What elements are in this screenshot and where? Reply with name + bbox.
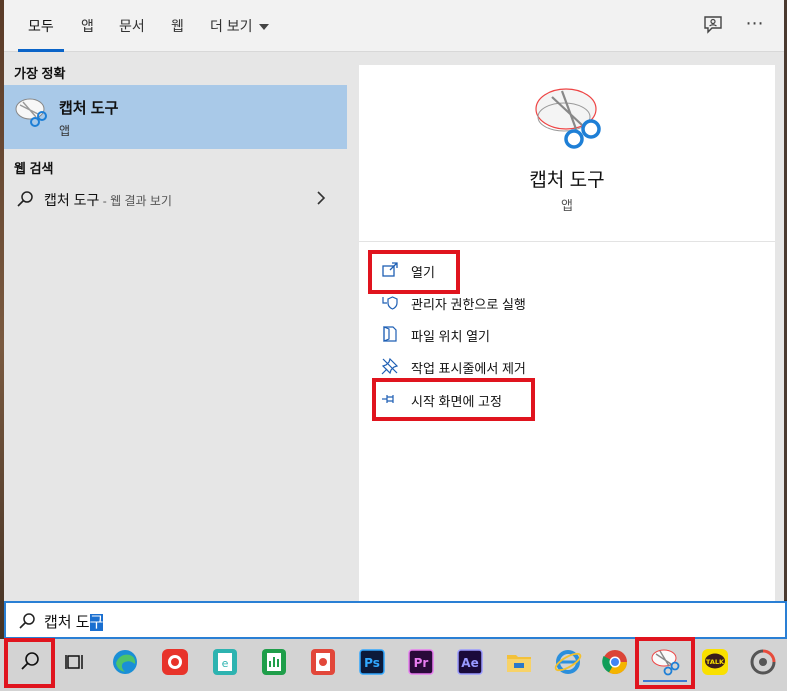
tab-documents[interactable]: 문서 [119, 0, 145, 52]
highlight-taskbar-snipping-tool [635, 637, 695, 689]
taskbar-other-app[interactable] [748, 647, 778, 677]
unpin-icon [381, 357, 399, 375]
taskbar-edge[interactable] [110, 647, 140, 677]
taskbar-internet-explorer[interactable] [553, 647, 583, 677]
svg-text:Ae: Ae [461, 656, 478, 670]
best-match-name: 캡처 도구 [59, 100, 119, 117]
action-unpin-from-taskbar[interactable]: 작업 표시줄에서 제거 [381, 354, 761, 380]
task-view-icon [65, 655, 83, 669]
start-search-panel: 모두 앱 문서 웹 더 보기 ⋯ 가장 정확 캡처 도구 앱 웹 검색 캡처 도… [4, 0, 784, 640]
web-search-item[interactable]: 캡처 도구 - 웹 결과 보기 [4, 181, 347, 217]
taskbar-file-explorer[interactable] [504, 647, 534, 677]
tab-all[interactable]: 모두 [18, 0, 64, 52]
feedback-icon [704, 16, 722, 34]
app-subtitle: 앱 [561, 198, 573, 213]
best-match-item[interactable]: 캡처 도구 앱 [4, 85, 347, 149]
search-tabs: 모두 앱 문서 웹 더 보기 ⋯ [4, 0, 784, 52]
tab-apps[interactable]: 앱 [81, 0, 94, 52]
highlight-taskbar-search [4, 638, 55, 688]
tab-web[interactable]: 웹 [171, 0, 184, 52]
svg-text:e: e [222, 657, 229, 670]
svg-text:Pr: Pr [414, 656, 429, 670]
edge-icon [113, 650, 137, 674]
photoshop-icon: Ps [359, 649, 385, 675]
results-list: 가장 정확 캡처 도구 앱 웹 검색 캡처 도구 - 웹 결과 보기 [4, 53, 347, 601]
document-app-icon: e [213, 649, 237, 675]
action-open-file-location-label: 파일 위치 열기 [411, 329, 490, 344]
chevron-right-icon [317, 191, 326, 205]
presentation-app-icon [311, 649, 335, 675]
feedback-button[interactable] [702, 14, 724, 36]
app-title: 캡처 도구 [529, 170, 605, 191]
search-icon [17, 191, 33, 207]
search-selected-text: 구 [89, 614, 104, 631]
caret-down-icon [258, 24, 269, 31]
ellipsis-icon: ⋯ [745, 13, 765, 33]
taskbar-presentation-app[interactable] [308, 647, 338, 677]
more-options-button[interactable]: ⋯ [742, 12, 768, 38]
internet-explorer-icon [554, 650, 582, 674]
svg-text:Ps: Ps [364, 656, 380, 670]
taskbar-premiere[interactable]: Pr [406, 647, 436, 677]
snipping-tool-large-icon [535, 88, 601, 149]
best-match-heading: 가장 정확 [14, 66, 66, 81]
best-match-type: 앱 [59, 124, 71, 138]
taskbar-photo-app[interactable] [160, 647, 190, 677]
search-icon [19, 613, 35, 629]
web-search-heading: 웹 검색 [14, 161, 54, 176]
taskbar-kakaotalk[interactable]: TALK [700, 647, 730, 677]
action-open-file-location[interactable]: 파일 위치 열기 [381, 322, 761, 348]
search-box[interactable]: 캡처 도구 [4, 601, 787, 639]
taskbar-document-app[interactable]: e [210, 647, 240, 677]
kakaotalk-icon: TALK [702, 649, 728, 675]
app-detail-pane: 캡처 도구 앱 열기 관리자 권한으로 실행 파일 위치 열기 작업 표시줄에서… [359, 65, 775, 601]
web-search-suffix: - 웹 결과 보기 [99, 194, 172, 208]
taskbar-after-effects[interactable]: Ae [455, 647, 485, 677]
web-search-query: 캡처 도구 [44, 192, 100, 208]
after-effects-icon: Ae [457, 649, 483, 675]
taskbar-task-view-button[interactable] [60, 647, 90, 677]
spreadsheet-app-icon [262, 649, 286, 675]
camera-app-icon [162, 649, 188, 675]
shield-icon [382, 296, 398, 310]
folder-icon [383, 326, 397, 342]
highlight-open [368, 250, 460, 294]
tab-more[interactable]: 더 보기 [210, 0, 269, 52]
search-input[interactable]: 캡처 도구 [44, 611, 104, 632]
taskbar-photoshop[interactable]: Ps [357, 647, 387, 677]
desktop: 모두 앱 문서 웹 더 보기 ⋯ 가장 정확 캡처 도구 앱 웹 검색 캡처 도… [0, 0, 787, 691]
premiere-icon: Pr [408, 649, 434, 675]
chrome-icon [602, 650, 627, 675]
folder-icon [507, 655, 531, 672]
taskbar-chrome[interactable] [600, 647, 630, 677]
action-unpin-from-taskbar-label: 작업 표시줄에서 제거 [411, 361, 526, 376]
app-icon [750, 649, 776, 675]
highlight-pin-to-start [372, 378, 535, 421]
tab-more-label: 더 보기 [210, 18, 253, 34]
web-search-text: 캡처 도구 - 웹 결과 보기 [44, 190, 172, 210]
action-run-as-admin-label: 관리자 권한으로 실행 [411, 297, 526, 312]
search-typed-text: 캡처 도 [44, 614, 90, 631]
svg-text:TALK: TALK [706, 658, 725, 666]
divider [359, 241, 775, 242]
snipping-tool-icon [15, 98, 47, 127]
taskbar-spreadsheet-app[interactable] [259, 647, 289, 677]
